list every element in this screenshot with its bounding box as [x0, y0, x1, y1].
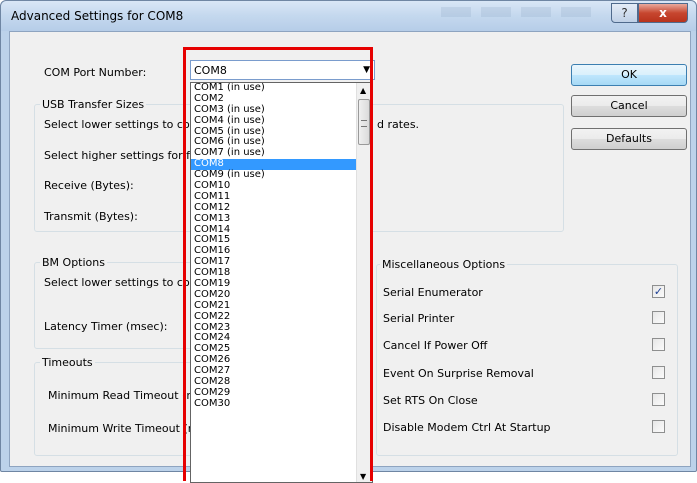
close-button[interactable]: x [638, 3, 688, 23]
cancel-button[interactable]: Cancel [571, 95, 687, 117]
ok-button[interactable]: OK [571, 64, 687, 86]
latency-timer-label: Latency Timer (msec): [44, 320, 168, 333]
usb-lower-text-suffix: d rates. [377, 118, 420, 131]
usb-transfer-legend: USB Transfer Sizes [40, 98, 147, 111]
com-port-selected-value: COM8 [194, 64, 227, 77]
serial-enumerator-label: Serial Enumerator [383, 286, 483, 299]
com-port-select[interactable]: COM8 ▼ [190, 60, 375, 80]
serial-printer-label: Serial Printer [383, 312, 455, 325]
scroll-down-arrow-icon[interactable]: ▼ [360, 472, 366, 481]
dropdown-option[interactable]: COM4 (in use) [191, 115, 356, 127]
timeouts-legend: Timeouts [40, 356, 95, 369]
misc-options-legend: Miscellaneous Options [380, 258, 508, 271]
usb-higher-text: Select higher settings for fas [44, 149, 203, 162]
background-window-ghost [441, 7, 591, 17]
cancel-if-power-off-label: Cancel If Power Off [383, 339, 488, 352]
dropdown-option[interactable]: COM22 [191, 311, 356, 323]
set-rts-on-close-label: Set RTS On Close [383, 394, 478, 407]
serial-printer-checkbox[interactable] [652, 311, 665, 324]
dropdown-items: COM1 (in use) COM2 COM3 (in use) COM4 (in u… [191, 83, 356, 410]
set-rts-on-close-checkbox[interactable] [652, 393, 665, 406]
chevron-down-icon[interactable]: ▼ [363, 65, 370, 75]
bm-lower-text: Select lower settings to corre [44, 276, 206, 289]
transmit-label: Transmit (Bytes): [44, 210, 138, 223]
dropdown-scrollbar[interactable]: ▲ ▼ [356, 83, 372, 482]
dropdown-option[interactable]: COM13 [191, 213, 356, 225]
title-bar[interactable]: Advanced Settings for COM8 ? x [1, 1, 696, 31]
defaults-button[interactable]: Defaults [571, 128, 687, 150]
com-port-dropdown-list[interactable]: COM1 (in use) COM2 COM3 (in use) COM4 (in u… [190, 82, 373, 483]
receive-label: Receive (Bytes): [44, 179, 134, 192]
help-button[interactable]: ? [611, 3, 638, 23]
dropdown-option[interactable]: COM30 [191, 398, 356, 410]
scrollbar-grip-icon [361, 120, 367, 127]
disable-modem-ctrl-checkbox[interactable] [652, 420, 665, 433]
event-on-surprise-removal-label: Event On Surprise Removal [383, 367, 534, 380]
min-read-timeout-label: Minimum Read Timeout (mse [48, 389, 210, 402]
com-port-label: COM Port Number: [44, 66, 147, 79]
usb-lower-text: Select lower settings to corre [44, 118, 206, 131]
disable-modem-ctrl-label: Disable Modem Ctrl At Startup [383, 421, 551, 434]
scroll-up-arrow-icon[interactable]: ▲ [360, 86, 366, 95]
scrollbar-thumb[interactable] [358, 99, 370, 145]
min-write-timeout-label: Minimum Write Timeout (mse [48, 422, 211, 435]
window-title: Advanced Settings for COM8 [11, 9, 184, 23]
bm-options-legend: BM Options [40, 256, 107, 269]
serial-enumerator-checkbox[interactable]: ✓ [652, 285, 665, 298]
cancel-if-power-off-checkbox[interactable] [652, 338, 665, 351]
event-on-surprise-removal-checkbox[interactable] [652, 366, 665, 379]
